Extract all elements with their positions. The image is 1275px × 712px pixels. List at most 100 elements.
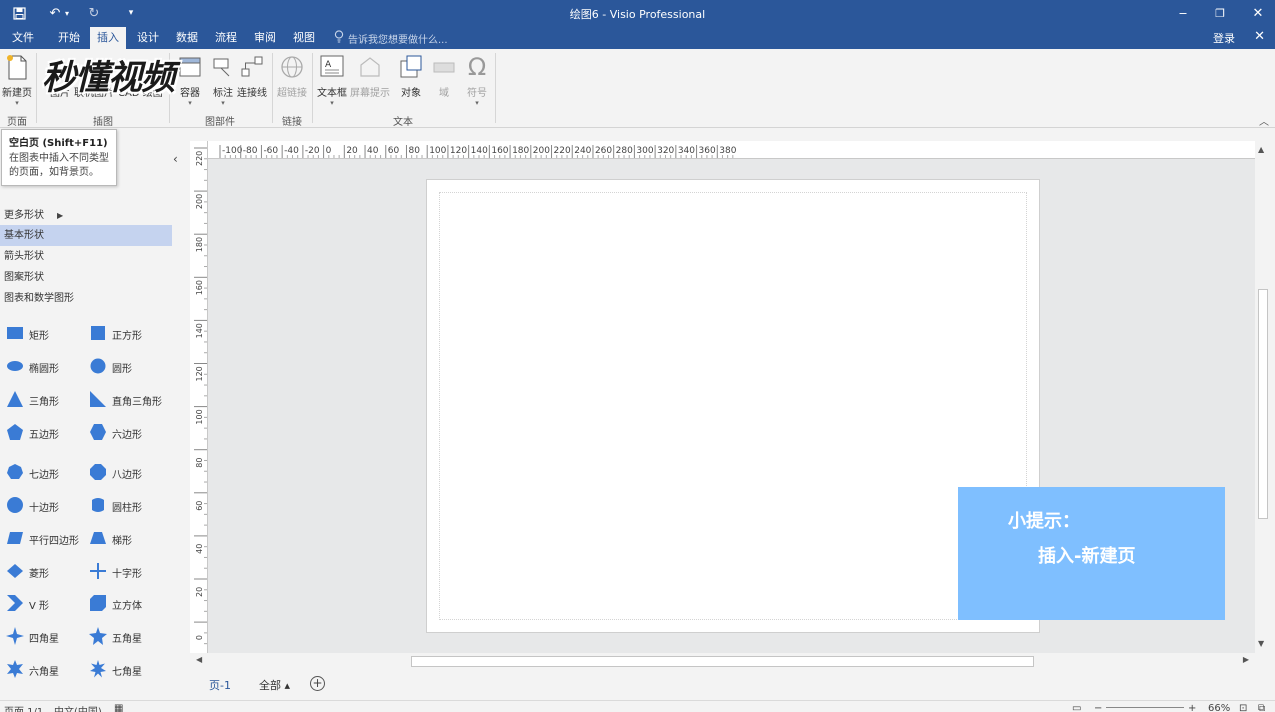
fit-page-icon[interactable]: ⊡ (1239, 703, 1247, 712)
shape-hexagon[interactable]: 六边形 (89, 423, 142, 443)
add-page-icon[interactable]: + (310, 676, 325, 691)
cube-icon (89, 594, 107, 615)
presentation-mode-icon[interactable]: ▭ (1072, 703, 1081, 712)
zoom-slider[interactable] (1106, 707, 1184, 708)
category-pattern-shapes[interactable]: 图案形状 (0, 267, 172, 288)
shape-cylinder[interactable]: 圆柱形 (89, 496, 142, 516)
lightbulb-icon (334, 30, 344, 46)
shape-circle[interactable]: 圆形 (89, 357, 132, 377)
shape-trapezoid[interactable]: 梯形 (89, 529, 132, 549)
close-button[interactable]: ✕ (1240, 2, 1275, 24)
shape-triangle[interactable]: 三角形 (6, 390, 59, 410)
horizontal-scrollbar[interactable]: ◀ ▶ (194, 653, 1255, 669)
tab-file[interactable]: 文件 (5, 27, 41, 49)
shape-ellipse[interactable]: 椭圆形 (6, 357, 59, 377)
language-indicator[interactable]: 中文(中国) (54, 703, 102, 712)
screentip-button[interactable]: 屏幕提示 (350, 53, 390, 113)
new-page-button[interactable]: 新建页 ▾ (2, 53, 32, 113)
shape-parallelogram[interactable]: 平行四边形 (6, 529, 79, 549)
ruler-label: 340 (678, 146, 695, 156)
callout-button[interactable]: 标注 ▾ (209, 53, 237, 113)
tab-design[interactable]: 设计 (130, 27, 166, 49)
tip-heading: 小提示： (1008, 511, 1080, 532)
globe-link-icon (278, 53, 306, 81)
scroll-up-icon[interactable]: ▲ (1258, 145, 1264, 154)
scroll-down-icon[interactable]: ▼ (1258, 639, 1264, 648)
group-label-diagram-parts: 图部件 (205, 117, 235, 128)
all-pages-button[interactable]: 全部 ▴ (259, 677, 290, 693)
field-icon (430, 53, 458, 81)
zoom-out-icon[interactable]: − (1094, 703, 1102, 712)
zoom-in-icon[interactable]: + (1188, 703, 1196, 712)
shape-six-point-star[interactable]: 六角星 (6, 659, 59, 680)
ruler-label: -40 (284, 146, 299, 156)
category-more-shapes[interactable]: 更多形状 ▶ (0, 205, 172, 226)
textbox-button[interactable]: A 文本框 ▾ (317, 53, 347, 113)
right-triangle-icon (89, 390, 107, 411)
shape-cross[interactable]: 十字形 (89, 562, 142, 582)
group-separator (272, 53, 273, 123)
tab-view[interactable]: 视图 (286, 27, 322, 49)
shape-diamond[interactable]: 菱形 (6, 562, 49, 582)
vertical-scroll-thumb[interactable] (1258, 289, 1268, 519)
tab-home[interactable]: 开始 (51, 27, 87, 49)
tab-process[interactable]: 流程 (208, 27, 244, 49)
category-basic-shapes[interactable]: 基本形状 (0, 225, 172, 246)
heptagon-icon (6, 463, 24, 484)
drawing-page[interactable] (426, 179, 1040, 633)
shape-square[interactable]: 正方形 (89, 324, 142, 344)
close-document-button[interactable]: ✕ (1254, 29, 1265, 44)
restore-button[interactable]: ❐ (1202, 2, 1238, 24)
macro-icon[interactable]: ▦ (114, 703, 123, 712)
hyperlink-button[interactable]: 超链接 (277, 53, 307, 113)
tab-data[interactable]: 数据 (169, 27, 205, 49)
shape-five-point-star[interactable]: 五角星 (89, 626, 142, 647)
collapse-ribbon-icon[interactable]: ︿ (1259, 113, 1269, 128)
ruler-label: 140 (195, 323, 204, 338)
tab-insert[interactable]: 插入 (90, 27, 126, 49)
ruler-label: -80 (243, 146, 258, 156)
scroll-left-icon[interactable]: ◀ (196, 655, 202, 664)
horizontal-scroll-thumb[interactable] (411, 656, 1034, 667)
ruler-label: 280 (616, 146, 633, 156)
tell-me-search[interactable]: 告诉我您想要做什么... (334, 30, 448, 46)
scroll-right-icon[interactable]: ▶ (1243, 655, 1249, 664)
zoom-level[interactable]: 66% (1208, 703, 1230, 712)
shape-cube[interactable]: 立方体 (89, 594, 142, 614)
collapse-panel-icon[interactable]: ‹ (173, 152, 178, 166)
shape-right-triangle[interactable]: 直角三角形 (89, 390, 162, 410)
vertical-scrollbar[interactable]: ▲ ▼ (1255, 141, 1271, 653)
login-link[interactable]: 登录 (1213, 30, 1235, 46)
shape-seven-point-star[interactable]: 七角星 (89, 659, 142, 680)
shape-rectangle[interactable]: 矩形 (6, 324, 49, 344)
page-tab-1[interactable]: 页-1 (209, 677, 231, 693)
field-button[interactable]: 域 (430, 53, 458, 113)
group-separator (36, 53, 37, 123)
title-bar: ↶ ▾ ↻ ▾ 绘图6 - Visio Professional ‒ ❐ ✕ (0, 0, 1275, 27)
switch-windows-icon[interactable]: ⧉ (1258, 703, 1265, 712)
category-arrow-shapes[interactable]: 箭头形状 (0, 246, 172, 267)
decagon-icon (6, 496, 24, 517)
ruler-label: 180 (512, 146, 529, 156)
ruler-label: 220 (195, 151, 204, 166)
shape-pentagon[interactable]: 五边形 (6, 423, 59, 443)
minimize-button[interactable]: ‒ (1165, 2, 1201, 24)
shape-heptagon[interactable]: 七边形 (6, 463, 59, 483)
object-button[interactable]: 对象 (397, 53, 425, 113)
category-chart-math-shapes[interactable]: 图表和数学图形 (0, 288, 172, 309)
shape-chevron[interactable]: V 形 (6, 594, 49, 614)
octagon-icon (89, 463, 107, 484)
container-button[interactable]: 容器 ▾ (176, 53, 204, 113)
shape-four-point-star[interactable]: 四角星 (6, 626, 59, 647)
ruler-label: 360 (699, 146, 716, 156)
page-indicator[interactable]: 页面 1/1 (4, 703, 43, 712)
tab-review[interactable]: 审阅 (247, 27, 283, 49)
page-margin-guide (439, 192, 1027, 620)
symbol-button[interactable]: Ω 符号 ▾ (463, 53, 491, 113)
window-title: 绘图6 - Visio Professional (569, 8, 706, 21)
shape-octagon[interactable]: 八边形 (89, 463, 142, 483)
connector-button[interactable]: 连接线 (237, 53, 267, 113)
shape-decagon[interactable]: 十边形 (6, 496, 59, 516)
ruler-label: 60 (195, 501, 204, 511)
ruler-label: 200 (533, 146, 550, 156)
